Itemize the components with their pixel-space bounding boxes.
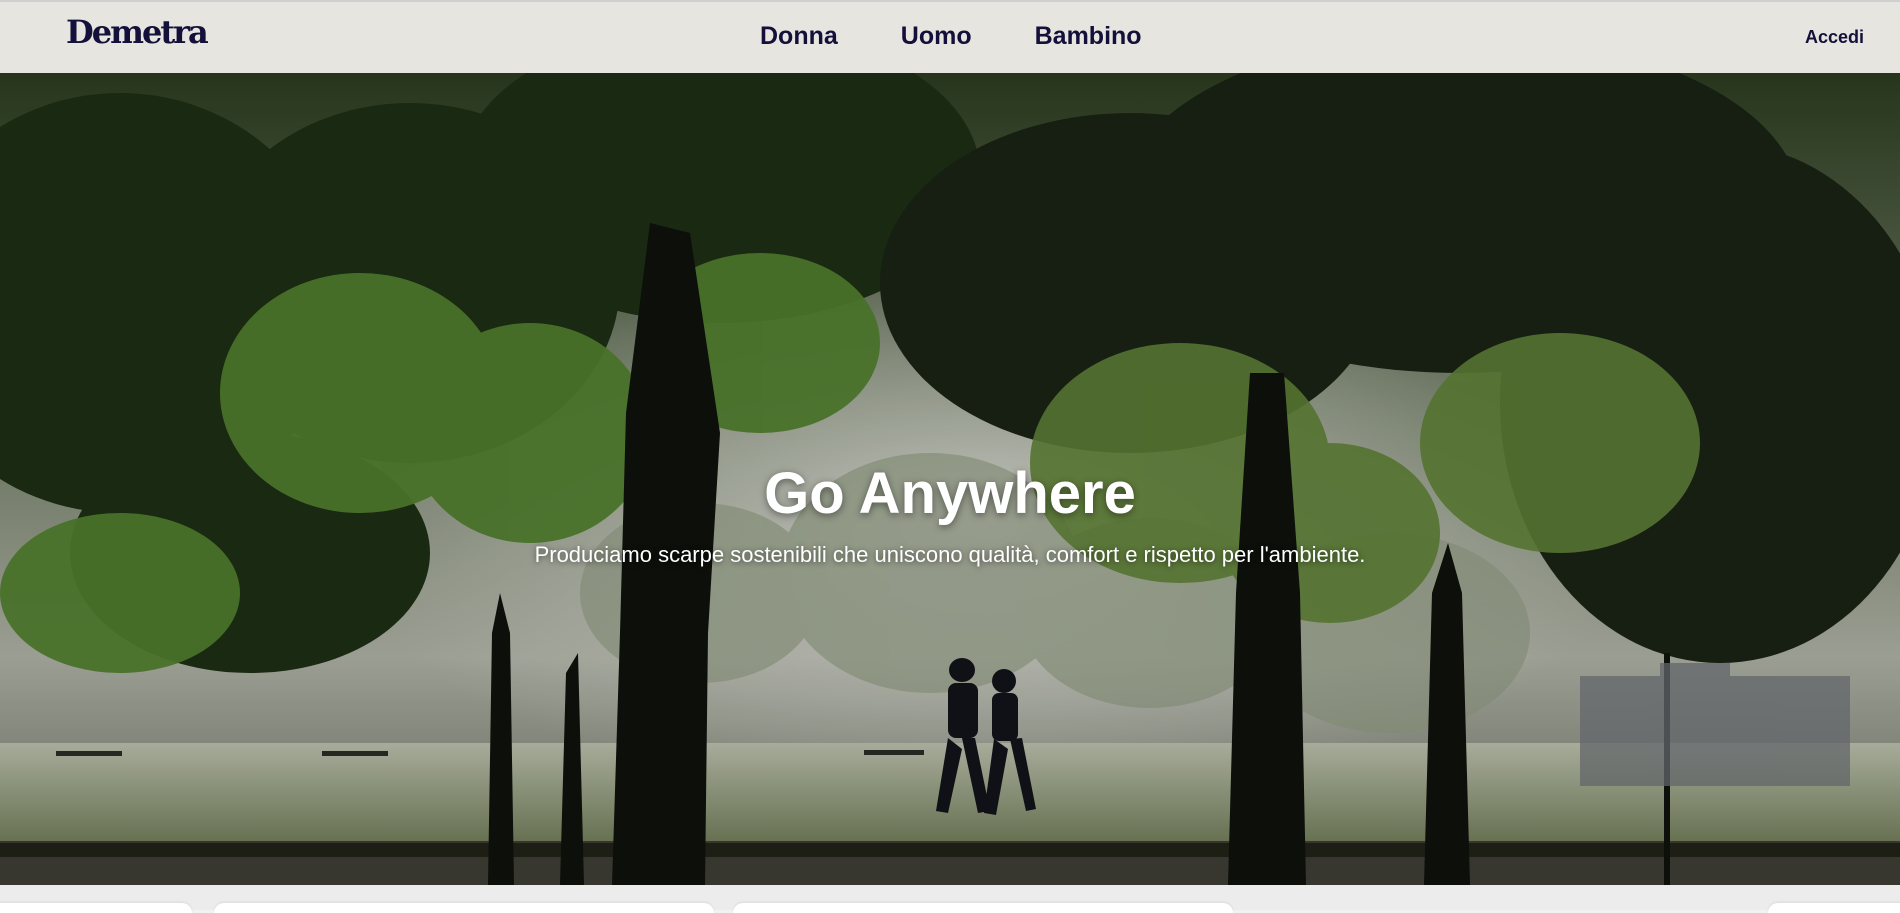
next-section-card bbox=[214, 903, 714, 913]
next-section-card bbox=[0, 903, 192, 913]
hero-title: Go Anywhere bbox=[764, 460, 1136, 526]
hero-subtitle: Produciamo scarpe sostenibili che unisco… bbox=[534, 542, 1366, 567]
nav-item-bambino[interactable]: Bambino bbox=[1035, 22, 1142, 51]
next-section-card bbox=[733, 903, 1233, 913]
login-link[interactable]: Accedi bbox=[1805, 27, 1864, 48]
primary-nav: Donna Uomo Bambino bbox=[760, 22, 1142, 51]
nav-item-uomo[interactable]: Uomo bbox=[901, 22, 972, 51]
hero-banner: Go Anywhere Produciamo scarpe sostenibil… bbox=[0, 73, 1900, 885]
brand-logo[interactable]: Demetra bbox=[66, 13, 209, 51]
site-header: Demetra Donna Uomo Bambino Accedi bbox=[0, 2, 1900, 73]
nav-item-donna[interactable]: Donna bbox=[760, 22, 838, 51]
next-section-card bbox=[1768, 903, 1900, 913]
